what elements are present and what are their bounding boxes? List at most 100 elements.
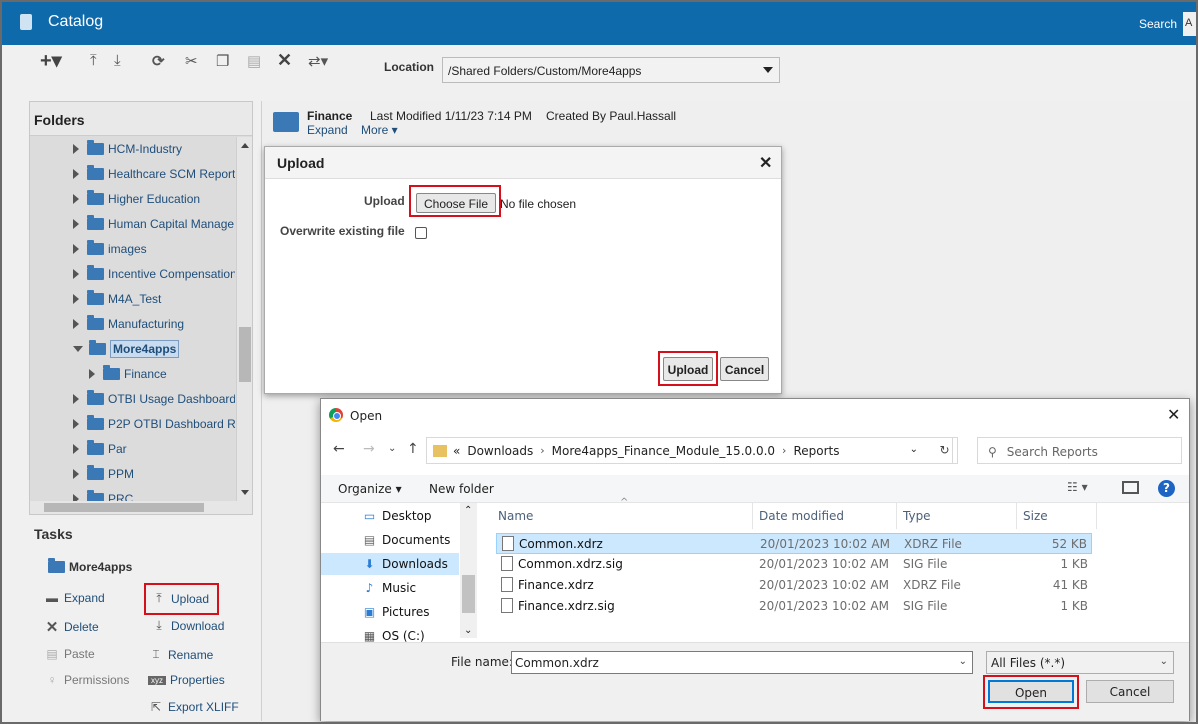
file-row[interactable]: Finance.xdrz.sig 20/01/2023 10:02 AM SIG F… — [496, 596, 1092, 617]
expand-icon[interactable] — [73, 469, 79, 479]
preview-pane-icon[interactable] — [1122, 481, 1139, 494]
scroll-thumb[interactable] — [239, 327, 251, 382]
paste-icon[interactable]: ▤ — [247, 52, 261, 70]
column-size[interactable]: Size — [1023, 509, 1048, 523]
up-icon[interactable]: ↑ — [407, 441, 419, 457]
help-icon[interactable]: ? — [1158, 480, 1175, 497]
expand-icon[interactable] — [73, 319, 79, 329]
column-type[interactable]: Type — [903, 509, 931, 523]
column-divider[interactable] — [1096, 503, 1097, 529]
breadcrumb-overflow[interactable]: « — [453, 444, 460, 458]
folder-item-p2p-otbi-dashboard-r[interactable]: P2P OTBI Dashboard R — [73, 415, 235, 433]
scroll-up-icon[interactable] — [241, 143, 249, 148]
column-divider[interactable] — [752, 503, 753, 529]
task-rename[interactable]: ⌶ Rename — [148, 647, 213, 662]
close-icon[interactable]: ✕ — [759, 153, 772, 173]
task-expand[interactable]: ▬ Expand — [44, 591, 105, 605]
expand-icon[interactable] — [89, 369, 95, 379]
expand-icon[interactable] — [73, 419, 79, 429]
scroll-down-icon[interactable]: ⌄ — [464, 625, 472, 636]
folder-item-finance[interactable]: Finance — [89, 365, 167, 383]
search-input[interactable]: ⚲ Search Reports — [977, 437, 1182, 464]
folder-item-more4apps[interactable]: More4apps — [73, 340, 180, 358]
column-date[interactable]: Date modified — [759, 509, 844, 523]
folder-item-healthcare-scm-report[interactable]: Healthcare SCM Report — [73, 165, 235, 183]
organize-menu[interactable]: Organize ▾ — [338, 482, 402, 496]
new-icon[interactable]: +▾ — [40, 48, 62, 73]
location-select[interactable]: /Shared Folders/Custom/More4apps — [442, 57, 780, 83]
address-bar[interactable]: « Downloads › More4apps_Finance_Module_1… — [426, 437, 953, 464]
delete-icon[interactable]: ✕ — [277, 50, 292, 71]
breadcrumb-reports[interactable]: Reports — [793, 444, 839, 458]
folder-item-prc[interactable]: PRC — [73, 490, 133, 501]
filename-input[interactable]: Common.xdrz ⌄ — [511, 651, 973, 674]
expand-icon[interactable] — [73, 294, 79, 304]
search-label[interactable]: Search — [1139, 17, 1177, 31]
expand-icon[interactable] — [73, 494, 79, 501]
folder-name[interactable]: Finance — [307, 109, 352, 123]
file-row[interactable]: Common.xdrz.sig 20/01/2023 10:02 AM SIG Fi… — [496, 554, 1092, 575]
expand-icon[interactable] — [73, 194, 79, 204]
chevron-down-icon[interactable]: ⌄ — [910, 444, 918, 455]
nav-item-documents[interactable]: ▤ Documents — [361, 529, 451, 551]
scroll-thumb[interactable] — [462, 575, 475, 613]
overwrite-checkbox[interactable] — [415, 227, 427, 239]
search-input[interactable]: A — [1183, 12, 1198, 36]
folder-item-hcm-industry[interactable]: HCM-Industry — [73, 140, 182, 158]
cancel-button[interactable]: Cancel — [1086, 680, 1174, 703]
task-download[interactable]: ⤓ Download — [151, 618, 224, 633]
new-folder-button[interactable]: New folder — [429, 482, 494, 496]
cancel-button[interactable]: Cancel — [720, 357, 769, 381]
nav-item-music[interactable]: ♪ Music — [361, 577, 417, 599]
folder-more-link[interactable]: More ▾ — [361, 123, 398, 137]
collapse-icon[interactable] — [73, 346, 83, 352]
folder-item-ppm[interactable]: PPM — [73, 465, 134, 483]
expand-icon[interactable] — [73, 269, 79, 279]
file-row[interactable]: Finance.xdrz 20/01/2023 10:02 AM XDRZ File… — [496, 575, 1092, 596]
expand-icon[interactable] — [73, 394, 79, 404]
more-actions-icon[interactable]: ⇄▾ — [308, 52, 328, 70]
column-divider[interactable] — [1016, 503, 1017, 529]
expand-icon[interactable] — [73, 144, 79, 154]
hscroll-thumb[interactable] — [44, 503, 204, 512]
expand-icon[interactable] — [73, 444, 79, 454]
upload-icon[interactable]: ⤒ — [90, 52, 97, 69]
copy-icon[interactable]: ❐ — [216, 52, 229, 70]
breadcrumb-module[interactable]: More4apps_Finance_Module_15.0.0.0 — [552, 444, 775, 458]
folder-item-manufacturing[interactable]: Manufacturing — [73, 315, 184, 333]
forward-icon[interactable]: → — [363, 441, 375, 457]
back-icon[interactable]: ← — [333, 441, 345, 457]
scroll-down-icon[interactable] — [241, 490, 249, 495]
file-row[interactable]: Common.xdrz 20/01/2023 10:02 AM XDRZ File 5… — [496, 533, 1092, 554]
expand-icon[interactable] — [73, 244, 79, 254]
task-permissions[interactable]: ♀ Permissions — [44, 673, 130, 687]
filetype-select[interactable]: All Files (*.*) ⌄ — [986, 651, 1174, 674]
download-icon[interactable]: ⤓ — [114, 52, 121, 69]
folder-item-images[interactable]: images — [73, 240, 147, 258]
nav-item-desktop[interactable]: ▭ Desktop — [361, 505, 432, 527]
task-properties[interactable]: xyz Properties — [148, 673, 225, 687]
recent-icon[interactable]: ⌄ — [388, 443, 396, 454]
task-delete[interactable]: ✕ Delete — [44, 618, 99, 636]
breadcrumb-downloads[interactable]: Downloads — [467, 444, 533, 458]
expand-icon[interactable] — [73, 219, 79, 229]
refresh-icon[interactable]: ↻ — [932, 437, 958, 464]
folder-item-par[interactable]: Par — [73, 440, 127, 458]
cut-icon[interactable]: ✂ — [185, 52, 198, 70]
nav-item-pictures[interactable]: ▣ Pictures — [361, 601, 430, 623]
task-paste[interactable]: ▤ Paste — [44, 647, 94, 661]
folder-item-otbi-usage-dashboard[interactable]: OTBI Usage Dashboard — [73, 390, 235, 408]
folder-item-human-capital-manage[interactable]: Human Capital Manage — [73, 215, 234, 233]
nav-item-downloads[interactable]: ⬇ Downloads — [321, 553, 459, 575]
expand-icon[interactable] — [73, 169, 79, 179]
close-icon[interactable]: ✕ — [1167, 405, 1180, 424]
folder-item-m4a-test[interactable]: M4A_Test — [73, 290, 161, 308]
folder-tree-hscrollbar[interactable] — [30, 501, 252, 514]
folder-expand-link[interactable]: Expand — [307, 123, 348, 137]
scroll-up-icon[interactable]: ⌃ — [464, 505, 472, 516]
column-divider[interactable] — [896, 503, 897, 529]
navigation-scrollbar[interactable]: ⌃ ⌄ — [460, 503, 477, 638]
view-icon[interactable]: ☷ ▾ — [1067, 480, 1088, 494]
chevron-down-icon[interactable]: ⌄ — [959, 656, 967, 667]
refresh-icon[interactable]: ⟳ — [152, 52, 165, 70]
